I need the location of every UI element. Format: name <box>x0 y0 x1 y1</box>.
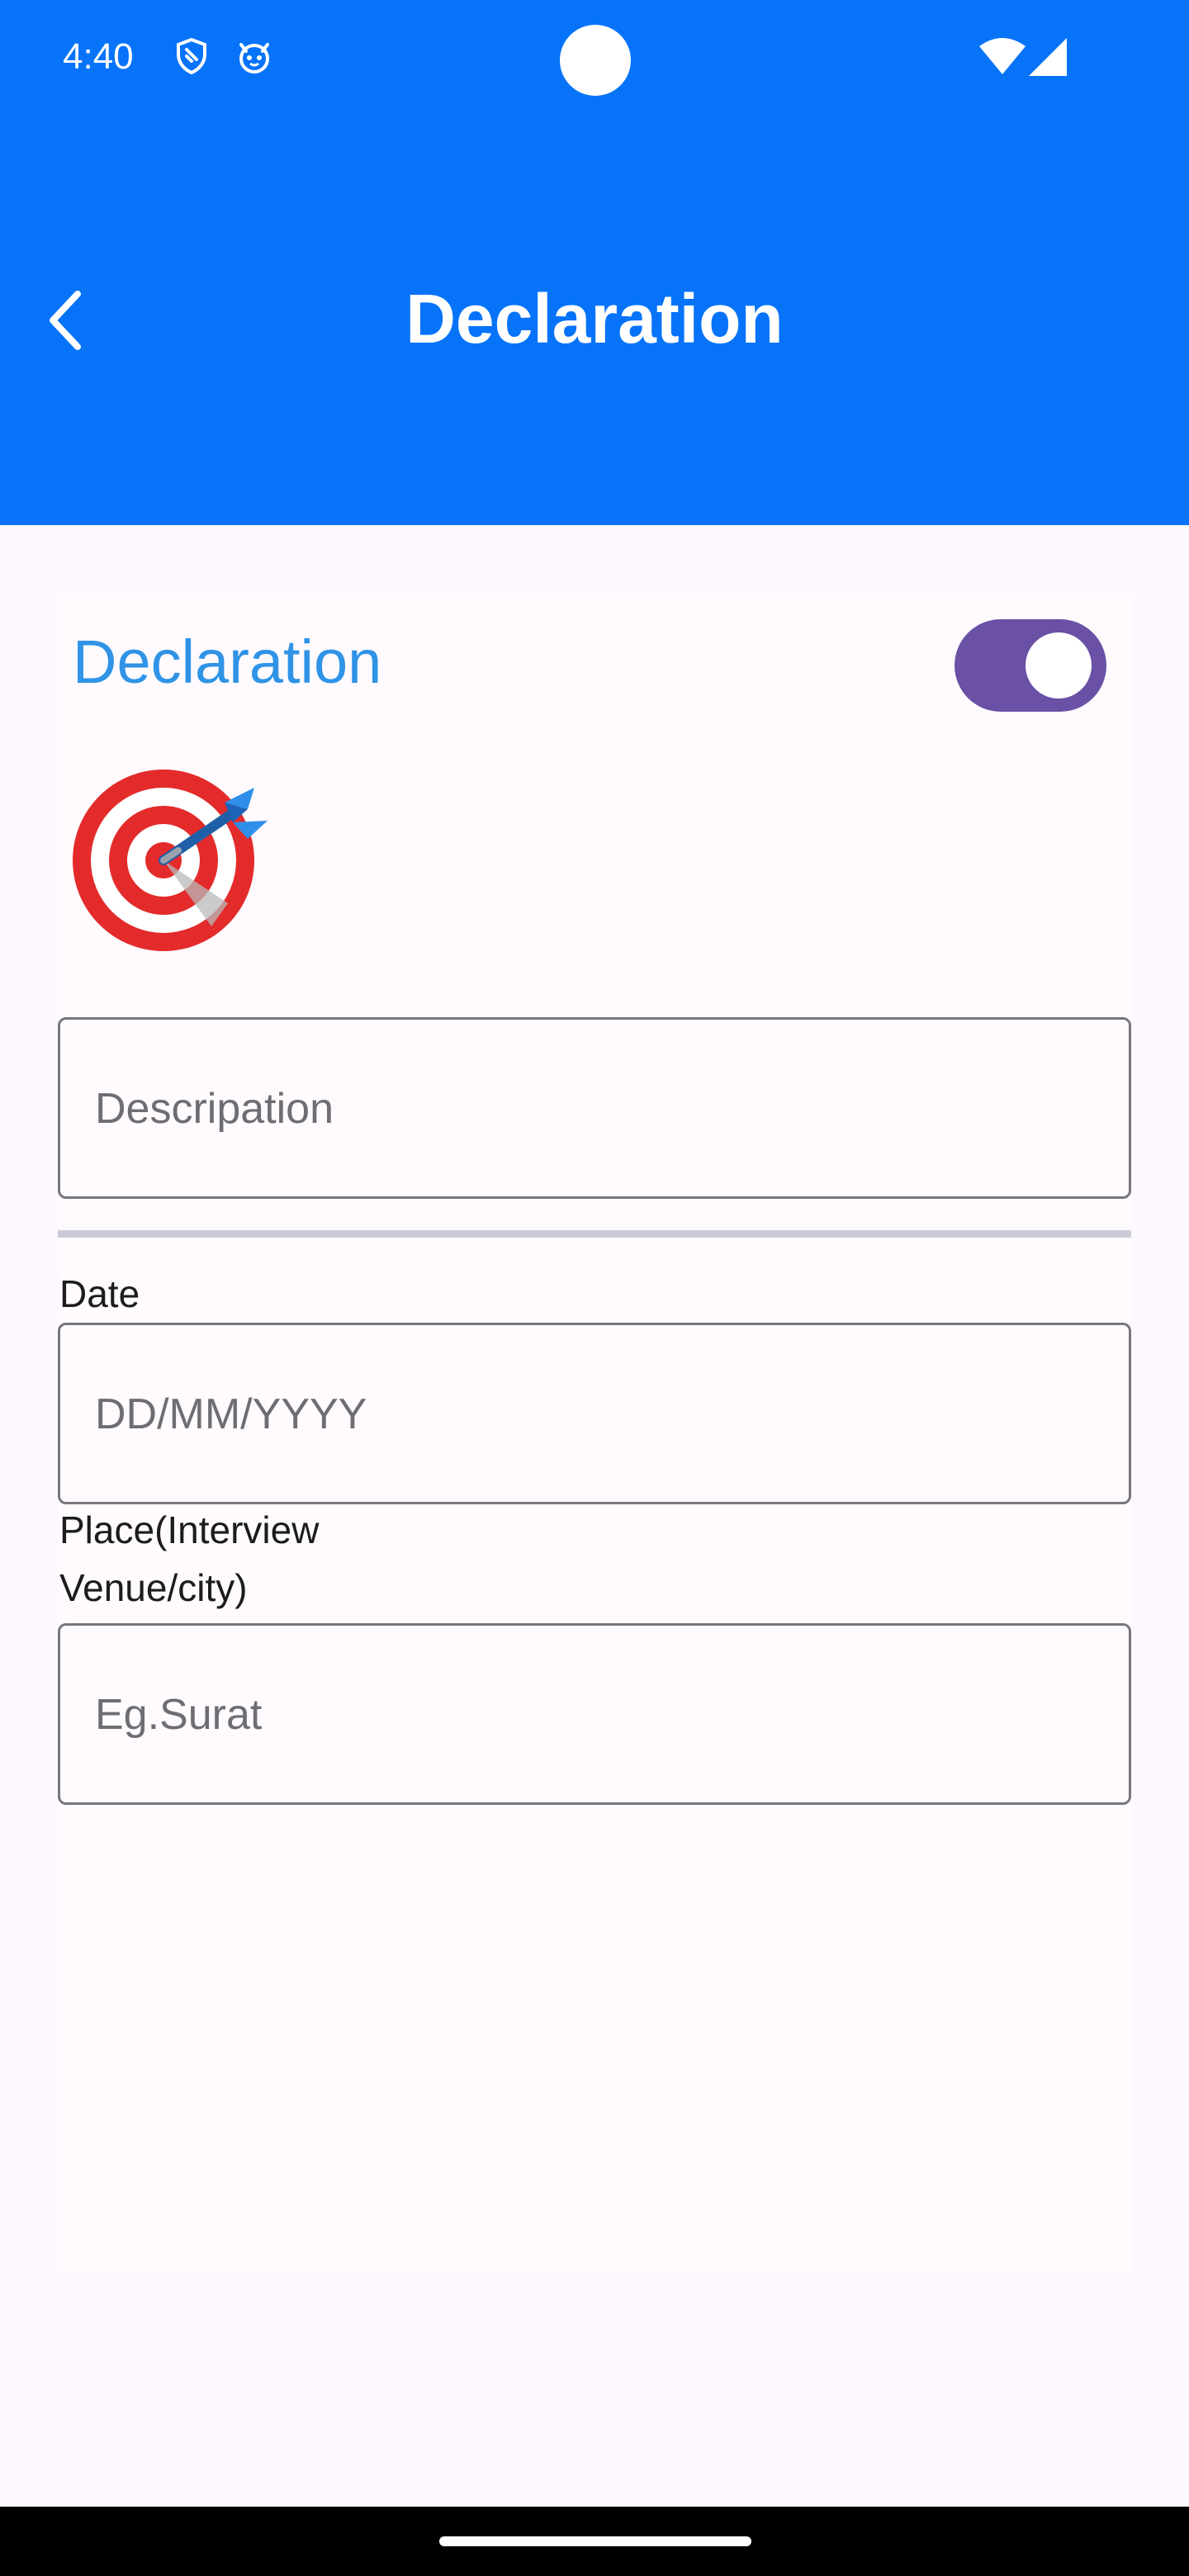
cat-face-icon <box>234 36 274 76</box>
wifi-icon <box>979 38 1026 78</box>
status-bar: 4:40 <box>0 0 1189 124</box>
toggle-knob <box>1026 632 1092 698</box>
description-field[interactable] <box>58 1017 1131 1199</box>
date-label: Date <box>59 1272 140 1315</box>
declaration-toggle[interactable] <box>955 619 1106 712</box>
shield-icon <box>172 36 211 76</box>
home-handle[interactable] <box>439 2536 751 2546</box>
camera-cutout <box>560 25 631 96</box>
section-title: Declaration <box>73 627 382 696</box>
date-input[interactable] <box>93 1325 1087 1503</box>
place-label-line1: Place(Interview <box>59 1508 320 1551</box>
place-label-line2: Venue/city) <box>59 1566 248 1609</box>
cellular-signal-icon <box>1029 38 1067 76</box>
divider <box>58 1230 1131 1238</box>
place-input[interactable] <box>93 1626 1087 1804</box>
status-time: 4:40 <box>63 36 134 77</box>
place-field[interactable] <box>58 1623 1131 1805</box>
date-field[interactable] <box>58 1323 1131 1504</box>
app-header: 4:40 Declaration <box>0 0 1189 525</box>
description-input[interactable] <box>93 1020 1087 1198</box>
direct-hit-dart-icon <box>71 763 274 953</box>
page-title: Declaration <box>405 280 784 358</box>
system-navigation-bar <box>0 2507 1189 2576</box>
